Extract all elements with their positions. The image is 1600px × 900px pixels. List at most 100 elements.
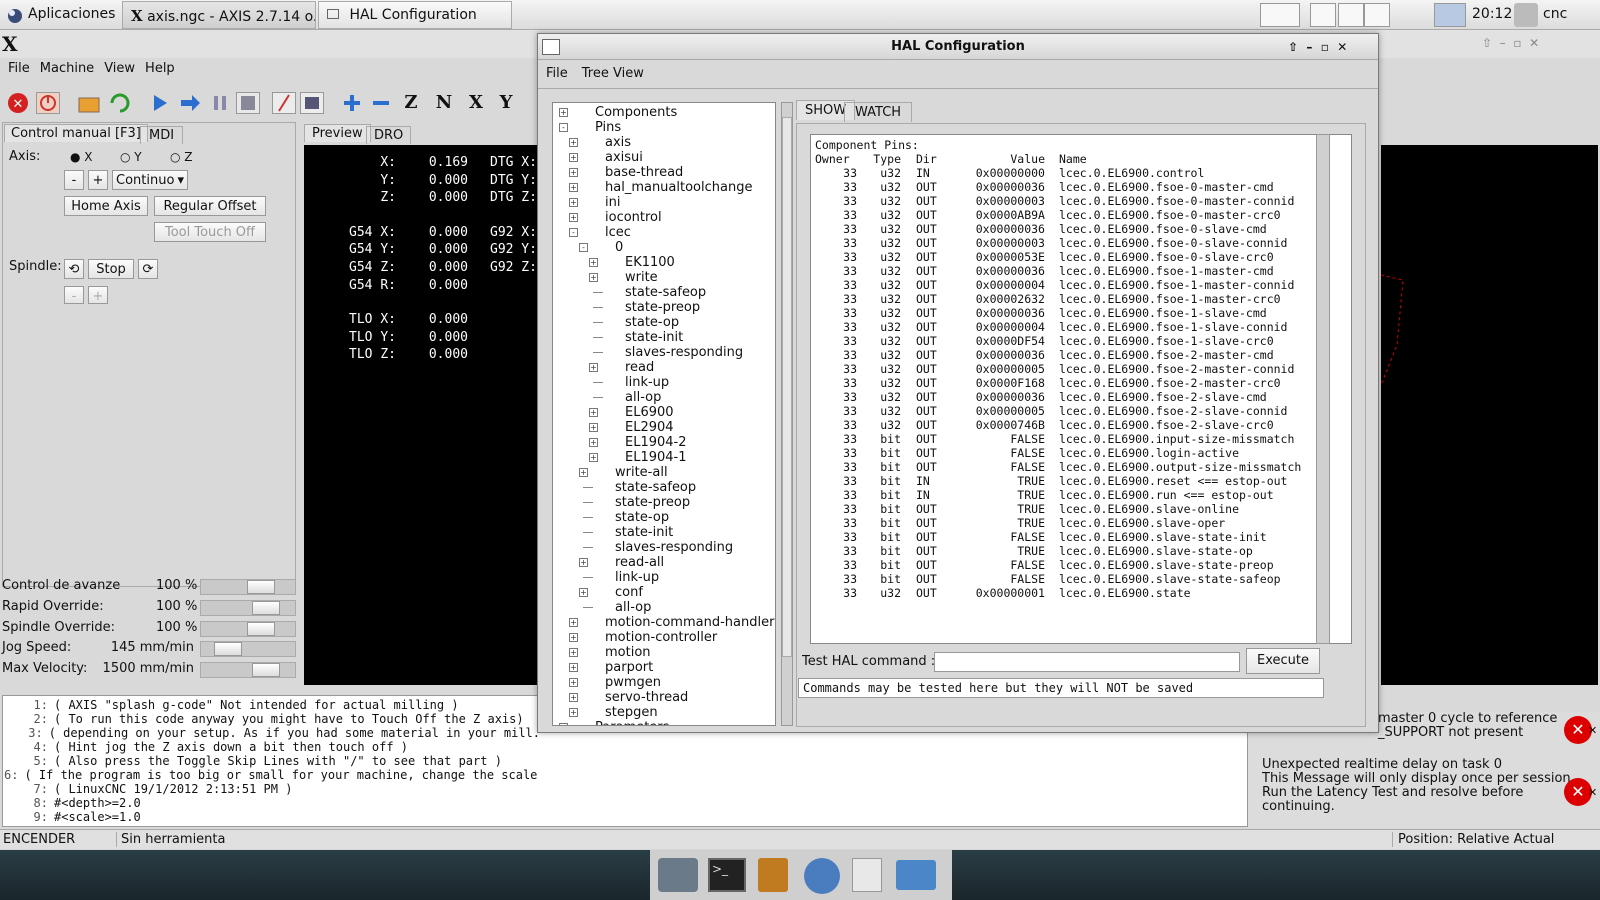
spindle-cw-icon[interactable]: ⟳ [138, 259, 158, 279]
override-slider[interactable] [200, 620, 296, 637]
tree-node[interactable]: state-init [625, 330, 683, 345]
window-menu-icon[interactable] [542, 39, 560, 55]
preview-canvas[interactable] [1380, 145, 1598, 685]
override-slider[interactable] [200, 599, 296, 616]
tree-node[interactable]: slaves-responding [625, 345, 743, 360]
expand-icon[interactable]: + [569, 138, 578, 147]
window-controls[interactable]: ⇧ – ▫ ✕ [1482, 36, 1539, 50]
hal-tree[interactable]: + Components - Pins + axis + axisui + base-thread… [552, 102, 776, 726]
tree-node[interactable]: EL6900 [625, 405, 674, 420]
workspace-1[interactable] [1260, 3, 1300, 27]
expand-icon[interactable]: + [569, 183, 578, 192]
tree-node[interactable]: pwmgen [605, 675, 661, 690]
view-z2-icon[interactable]: N [432, 92, 456, 114]
network-icon[interactable] [1514, 3, 1538, 27]
jog-mode-select[interactable]: Continuo ▾ [112, 170, 188, 190]
apps-menu-icon[interactable] [4, 4, 26, 26]
taskbar-hal-window[interactable]: HAL Configuration [318, 1, 512, 29]
expand-icon[interactable]: + [579, 558, 588, 567]
tree-node[interactable]: slaves-responding [615, 540, 733, 555]
tab-watch[interactable]: WATCH [844, 102, 913, 122]
tree-node[interactable]: axisui [605, 150, 643, 165]
tree-node[interactable]: state-safeop [615, 480, 696, 495]
tree-node[interactable]: link-up [625, 375, 669, 390]
collapse-icon[interactable]: - [559, 123, 568, 132]
tree-node[interactable]: ini [605, 195, 620, 210]
tree-node[interactable]: all-op [625, 390, 661, 405]
stop-icon[interactable] [236, 92, 260, 114]
power-icon[interactable] [36, 92, 60, 114]
open-file-icon[interactable] [77, 92, 101, 114]
tree-node[interactable]: hal_manualtoolchange [605, 180, 752, 195]
slider-knob[interactable] [252, 600, 280, 615]
jog-plus-button[interactable]: + [88, 170, 108, 190]
pins-scrollbar[interactable] [1316, 134, 1330, 644]
tree-node[interactable]: motion-command-handler [605, 615, 774, 630]
tree-node[interactable]: base-thread [605, 165, 683, 180]
tool-touch-off-button[interactable]: Tool Touch Off [154, 222, 266, 242]
workspace-4[interactable] [1364, 3, 1390, 27]
tree-node[interactable]: servo-thread [605, 690, 688, 705]
tab-manual-control[interactable]: Control manual [F3] [4, 124, 148, 142]
expand-icon[interactable]: + [589, 258, 598, 267]
tree-node[interactable]: read-all [615, 555, 664, 570]
axis-radio-x[interactable]: ● X [70, 150, 93, 164]
pause-icon[interactable] [208, 92, 232, 114]
tab-preview[interactable]: Preview [304, 124, 371, 142]
tree-node[interactable]: state-op [615, 510, 669, 525]
tree-node[interactable]: EL2904 [625, 420, 674, 435]
file-cabinet-icon[interactable] [758, 858, 788, 892]
menu-file[interactable]: File [8, 61, 30, 83]
expand-icon[interactable]: + [569, 618, 578, 627]
tree-node[interactable]: EK1100 [625, 255, 675, 270]
expand-icon[interactable]: + [589, 438, 598, 447]
tree-node[interactable]: iocontrol [605, 210, 662, 225]
expand-icon[interactable]: + [589, 423, 598, 432]
tree-node[interactable]: write-all [615, 465, 668, 480]
menu-view[interactable]: View [104, 61, 135, 83]
tree-node[interactable]: stepgen [605, 705, 658, 720]
component-pins-text[interactable]: Component Pins: Owner Type Dir Value Name 33 u3… [810, 134, 1352, 644]
expand-icon[interactable]: + [589, 408, 598, 417]
slider-knob[interactable] [247, 580, 275, 594]
override-slider[interactable] [200, 641, 296, 658]
browser-icon[interactable] [804, 858, 840, 894]
close-icon[interactable]: ✕ [1588, 786, 1597, 799]
expand-icon[interactable]: + [569, 168, 578, 177]
hal-menu-tree-view[interactable]: Tree View [582, 66, 644, 81]
expand-icon[interactable]: + [589, 363, 598, 372]
expand-icon[interactable]: + [589, 453, 598, 462]
desktop-icon[interactable] [658, 858, 698, 892]
tab-dro[interactable]: DRO [366, 126, 412, 144]
expand-icon[interactable]: + [569, 198, 578, 207]
user-name[interactable]: cnc [1543, 6, 1567, 22]
regular-offset-button[interactable]: Regular Offset [154, 196, 266, 216]
expand-icon[interactable]: + [579, 588, 588, 597]
slider-knob[interactable] [252, 663, 280, 678]
menu-machine[interactable]: Machine [40, 61, 94, 83]
expand-icon[interactable]: + [589, 273, 598, 282]
tree-node[interactable]: all-op [615, 600, 651, 615]
zoom-in-icon[interactable] [340, 92, 364, 114]
tree-node[interactable]: state-init [615, 525, 673, 540]
workspace-2[interactable] [1310, 3, 1336, 27]
tree-node[interactable]: state-preop [625, 300, 700, 315]
search-icon[interactable] [852, 858, 882, 892]
spindle-stop-button[interactable]: Stop [88, 259, 134, 279]
view-z-icon[interactable]: Z [399, 92, 423, 114]
expand-icon[interactable]: + [569, 213, 578, 222]
close-icon[interactable]: ✕ [1588, 724, 1597, 737]
expand-icon[interactable]: + [569, 633, 578, 642]
tree-node[interactable]: Pins [595, 120, 621, 135]
hal-command-input[interactable] [934, 652, 1240, 672]
expand-icon[interactable]: + [569, 708, 578, 717]
run-icon[interactable] [148, 92, 172, 114]
tree-scrollbar[interactable] [781, 102, 793, 726]
tree-node[interactable]: Parameters [595, 720, 669, 725]
tree-node[interactable]: state-preop [615, 495, 690, 510]
jog-minus-button[interactable]: - [64, 170, 84, 190]
tree-node[interactable]: write [625, 270, 658, 285]
expand-icon[interactable]: + [579, 468, 588, 477]
menu-help[interactable]: Help [145, 61, 175, 83]
tree-node[interactable]: parport [605, 660, 653, 675]
